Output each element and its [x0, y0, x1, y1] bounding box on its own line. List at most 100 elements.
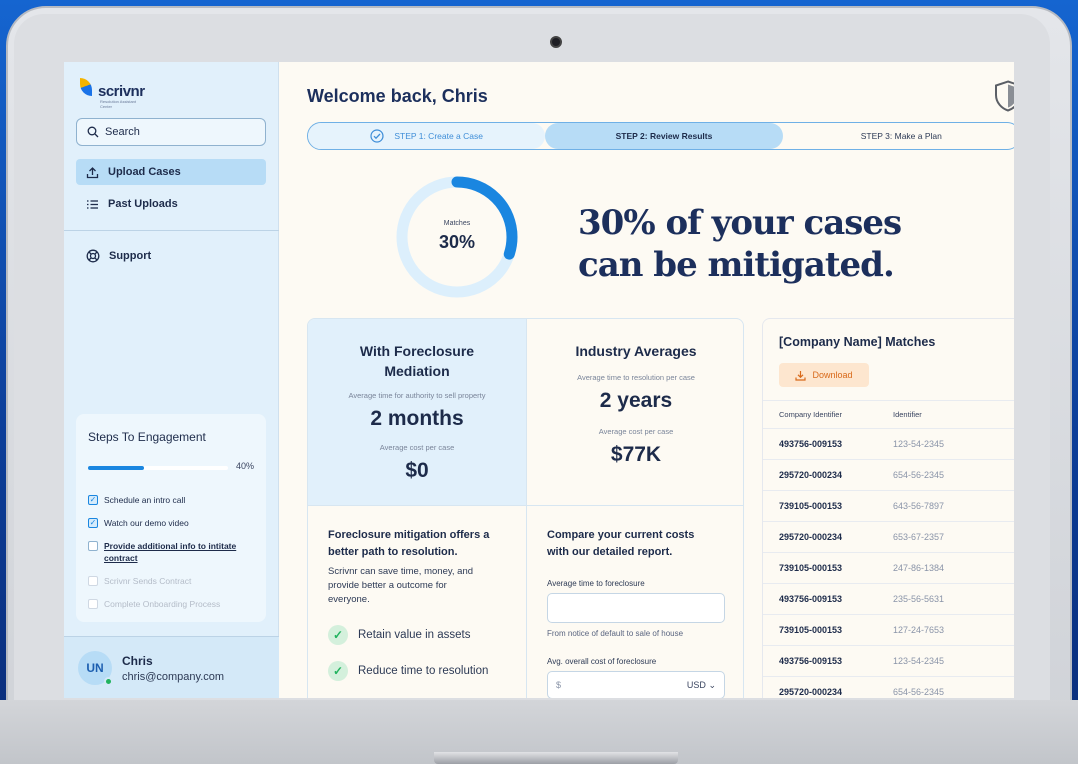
- company-identifier-cell: 295720-000234: [779, 687, 843, 697]
- industry-time-value: 2 years: [599, 389, 673, 412]
- sidebar-item-support[interactable]: Support: [76, 243, 266, 269]
- checkbox-checked-icon[interactable]: ✓: [88, 495, 98, 505]
- foreclosure-cost-label: Avg. overall cost of foreclosure: [547, 657, 657, 666]
- company-identifier-cell: 493756-009153: [779, 439, 843, 449]
- identifier-cell: 654-56-2345: [893, 470, 945, 480]
- benefit-item: ✓ Retain value in assets: [328, 625, 471, 645]
- matches-card: [Company Name] Matches Download Company …: [762, 318, 1014, 698]
- matches-title: [Company Name] Matches: [779, 335, 936, 349]
- headline: 30% of your cases can be mitigated.: [578, 202, 998, 286]
- steps-title: Steps To Engagement: [88, 430, 206, 444]
- table-row[interactable]: 739105-000153 127-24-7653: [763, 614, 1014, 645]
- pitch-text-line-2: provide better a outcome for: [328, 580, 447, 591]
- step-label: STEP 2: Review Results: [615, 131, 713, 141]
- check-icon: ✓: [328, 661, 348, 681]
- mediation-cost-value: $0: [405, 459, 429, 482]
- step-label: STEP 1: Create a Case: [394, 131, 483, 141]
- step-item-sends-contract[interactable]: Scrivnr Sends Contract: [88, 575, 258, 587]
- download-icon: [795, 370, 807, 381]
- donut-label: Matches: [443, 220, 471, 227]
- pitch-text-line-1: Scrivnr can save time, money, and: [328, 566, 474, 577]
- column-header-company-identifier[interactable]: Company Identifier: [763, 410, 893, 419]
- tab-step-3[interactable]: STEP 3: Make a Plan: [783, 123, 1014, 149]
- tab-step-1[interactable]: STEP 1: Create a Case: [308, 123, 546, 149]
- lifebuoy-icon: [86, 249, 100, 263]
- table-row[interactable]: 739105-000153 643-56-7897: [763, 490, 1014, 521]
- brand-tagline: Resolution Assistant Center: [100, 99, 137, 109]
- pitch-title: Foreclosure mitigation offers a better p…: [328, 527, 489, 561]
- sidebar-item-past-uploads[interactable]: Past Uploads: [76, 191, 266, 217]
- identifier-cell: 654-56-2345: [893, 687, 945, 697]
- checkbox-icon[interactable]: [88, 599, 98, 609]
- identifier-cell: 235-56-5631: [893, 594, 945, 604]
- download-button[interactable]: Download: [779, 363, 869, 387]
- table-row[interactable]: 295720-000234 654-56-2345: [763, 676, 1014, 698]
- mediation-cost-label: Average cost per case: [379, 443, 455, 452]
- table-row[interactable]: 295720-000234 653-67-2357: [763, 521, 1014, 552]
- table-header: Company Identifier Identifier: [763, 400, 1014, 428]
- table-row[interactable]: 295720-000234 654-56-2345: [763, 459, 1014, 490]
- check-circle-icon: [370, 129, 384, 143]
- foreclosure-cost-input[interactable]: $ USD ⌄: [547, 671, 725, 698]
- step-item-intro-call[interactable]: ✓ Schedule an intro call: [88, 494, 258, 506]
- mediation-time-label: Average time for authority to sell prope…: [348, 391, 486, 400]
- sidebar-item-label: Past Uploads: [108, 198, 178, 210]
- upload-icon: [86, 166, 99, 178]
- engagement-progress-bar: [88, 466, 228, 470]
- tab-step-2[interactable]: STEP 2: Review Results: [545, 123, 783, 149]
- step-label: STEP 3: Make a Plan: [860, 131, 942, 141]
- industry-cost-value: $77K: [610, 443, 662, 466]
- step-item-label: Provide additional info to intitate cont…: [104, 541, 237, 563]
- step-item-additional-info[interactable]: Provide additional info to intitate cont…: [88, 540, 258, 564]
- pitch-title-line-2: better path to resolution.: [328, 546, 458, 558]
- company-identifier-cell: 739105-000153: [779, 501, 843, 511]
- search-icon: [87, 126, 99, 138]
- industry-title: Industry Averages: [575, 343, 697, 359]
- company-identifier-cell: 493756-009153: [779, 656, 843, 666]
- search-input[interactable]: Search: [76, 118, 266, 146]
- identifier-cell: 653-67-2357: [893, 532, 945, 542]
- brand-name: scrivnr: [98, 83, 145, 100]
- company-identifier-cell: 295720-000234: [779, 470, 843, 480]
- table-row[interactable]: 739105-000153 247-86-1384: [763, 552, 1014, 583]
- sidebar-divider: [64, 230, 279, 231]
- currency-select[interactable]: USD ⌄: [687, 680, 716, 691]
- table-row[interactable]: 493756-009153 123-54-2345: [763, 645, 1014, 676]
- donut-value: 30%: [438, 232, 476, 252]
- currency-code: USD: [686, 680, 706, 690]
- column-header-identifier[interactable]: Identifier: [893, 410, 922, 419]
- identifier-cell: 247-86-1384: [893, 563, 945, 573]
- headline-line-1: 30% of your cases: [578, 203, 902, 243]
- compare-title: Compare your current costs with our deta…: [547, 527, 694, 561]
- mediation-title-line-2: Mediation: [384, 363, 450, 379]
- page-title: Welcome back, Chris: [307, 86, 488, 106]
- headline-line-2: can be mitigated.: [578, 245, 895, 285]
- sidebar-item-label: Support: [109, 250, 152, 262]
- step-item-label: Schedule an intro call: [104, 495, 186, 505]
- table-row[interactable]: 493756-009153 235-56-5631: [763, 583, 1014, 614]
- matches-table: Company Identifier Identifier 493756-009…: [763, 400, 1014, 698]
- foreclosure-time-label: Average time to foreclosure: [547, 579, 645, 588]
- step-item-demo-video[interactable]: ✓ Watch our demo video: [88, 517, 258, 529]
- progress-percent: 40%: [236, 461, 255, 471]
- company-identifier-cell: 739105-000153: [779, 563, 843, 573]
- compare-title-line-2: with our detailed report.: [547, 546, 673, 558]
- sidebar: scrivnr Resolution Assistant Center Sear…: [64, 62, 279, 698]
- metrics-divider: [526, 505, 527, 698]
- benefit-label: Reduce time to resolution: [358, 665, 489, 677]
- foreclosure-time-hint: From notice of default to sale of house: [547, 629, 684, 638]
- brand-logo[interactable]: scrivnr Resolution Assistant Center: [78, 78, 145, 109]
- step-item-onboarding[interactable]: Complete Onboarding Process: [88, 598, 258, 610]
- identifier-cell: 127-24-7653: [893, 625, 945, 635]
- sidebar-item-upload-cases[interactable]: Upload Cases: [76, 159, 266, 185]
- checkbox-icon[interactable]: [88, 576, 98, 586]
- pitch-text: Scrivnr can save time, money, and provid…: [328, 565, 473, 607]
- shield-icon[interactable]: [994, 80, 1014, 112]
- foreclosure-time-input[interactable]: [547, 593, 725, 623]
- checkbox-icon[interactable]: [88, 541, 98, 551]
- step-item-label: Complete Onboarding Process: [104, 599, 221, 609]
- table-row[interactable]: 493756-009153 123-54-2345: [763, 428, 1014, 459]
- check-icon: ✓: [328, 625, 348, 645]
- user-profile[interactable]: UN Chris chris@company.com: [64, 636, 279, 698]
- checkbox-checked-icon[interactable]: ✓: [88, 518, 98, 528]
